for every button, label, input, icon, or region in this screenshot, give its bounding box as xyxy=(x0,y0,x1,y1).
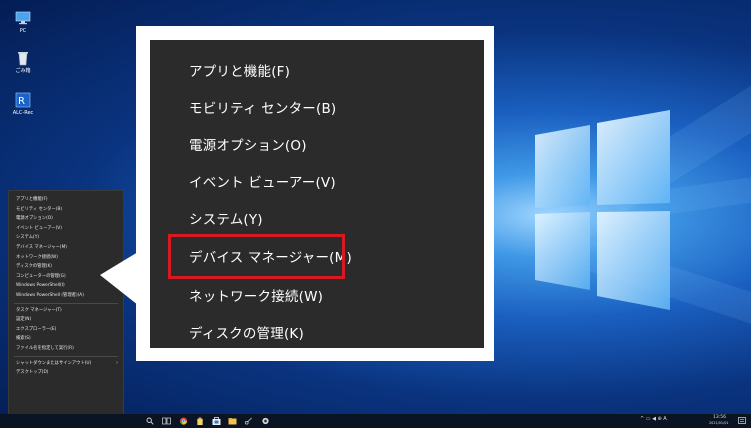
desktop-icon-label: ごみ箱 xyxy=(15,68,31,74)
winx-item-shutdown[interactable]: シャットダウンまたはサインアウト(U) › xyxy=(9,359,123,369)
menu-separator xyxy=(14,355,118,357)
desktop-icon-label: ALC-Rec xyxy=(12,110,34,116)
notification-icon[interactable] xyxy=(738,417,746,425)
recycle-bin-icon xyxy=(15,50,31,66)
device-manager-highlight-box xyxy=(168,234,345,279)
winx-item-search[interactable]: 検索(S) xyxy=(9,334,123,344)
chevron-right-icon: › xyxy=(116,359,118,366)
winx-item-desktop[interactable]: デスクトップ(D) xyxy=(9,368,123,378)
desktop-icon-pc[interactable]: PC xyxy=(6,10,40,34)
winx-context-menu: アプリと機能(F) モビリティ センター(B) 電源オプション(O) イベント … xyxy=(8,190,124,415)
clock-time[interactable]: 13:56 xyxy=(713,415,726,420)
zoom-item-network-connections[interactable]: ネットワーク接続(W) xyxy=(189,285,323,305)
zoom-item-power-options[interactable]: 電源オプション(O) xyxy=(189,134,307,154)
winx-item-powershell[interactable]: Windows PowerShell(I) xyxy=(9,281,123,291)
store-icon[interactable] xyxy=(212,417,221,425)
winx-item-explorer[interactable]: エクスプローラー(E) xyxy=(9,325,123,335)
winx-item-computer-management[interactable]: コンピューターの管理(G) xyxy=(9,272,123,282)
snipping-tool-icon[interactable] xyxy=(244,417,253,425)
camera-icon[interactable] xyxy=(261,417,270,425)
desktop-icon-alc-rec[interactable]: R ALC-Rec xyxy=(6,92,40,116)
clock-date[interactable]: 2021/01/01 xyxy=(709,421,729,425)
winx-item-powershell-admin[interactable]: Windows PowerShell (管理者)(A) xyxy=(9,291,123,301)
winx-item-run[interactable]: ファイル名を指定して実行(R) xyxy=(9,344,123,354)
task-view-icon[interactable] xyxy=(162,417,171,425)
desktop-icon-label: PC xyxy=(19,28,27,34)
system-tray-icons[interactable]: ^ ▭ ◀ ⊕ A xyxy=(640,416,667,422)
folder-icon[interactable] xyxy=(228,417,237,425)
winx-item-shutdown-label: シャットダウンまたはサインアウト(U) xyxy=(16,360,92,366)
winx-item-disk-management[interactable]: ディスクの管理(K) xyxy=(9,262,123,272)
zoom-item-apps-features[interactable]: アプリと機能(F) xyxy=(189,60,290,80)
zoom-item-system[interactable]: システム(Y) xyxy=(189,208,263,228)
zoom-item-disk-management[interactable]: ディスクの管理(K) xyxy=(189,322,304,342)
menu-separator xyxy=(14,302,118,304)
winx-item-device-manager[interactable]: デバイス マネージャー(M) xyxy=(9,243,123,253)
app-icon[interactable] xyxy=(196,417,204,425)
zoom-item-mobility-center[interactable]: モビリティ センター(B) xyxy=(189,97,336,117)
winx-item-system[interactable]: システム(Y) xyxy=(9,233,123,243)
pc-icon xyxy=(15,10,31,26)
svg-text:R: R xyxy=(18,96,25,107)
winx-item-event-viewer[interactable]: イベント ビューアー(V) xyxy=(9,224,123,234)
search-icon[interactable] xyxy=(146,417,154,425)
winx-item-settings[interactable]: 設定(N) xyxy=(9,315,123,325)
zoomed-menu: アプリと機能(F) モビリティ センター(B) 電源オプション(O) イベント … xyxy=(150,40,484,348)
winx-item-power-options[interactable]: 電源オプション(O) xyxy=(9,214,123,224)
desktop-icon-recycle-bin[interactable]: ごみ箱 xyxy=(6,50,40,74)
windows-logo xyxy=(505,110,680,310)
winx-item-network-connections[interactable]: ネットワーク接続(W) xyxy=(9,253,123,263)
alc-rec-icon: R xyxy=(15,92,31,108)
winx-item-task-manager[interactable]: タスク マネージャー(T) xyxy=(9,306,123,316)
winx-item-mobility-center[interactable]: モビリティ センター(B) xyxy=(9,205,123,215)
zoom-item-event-viewer[interactable]: イベント ビューアー(V) xyxy=(189,171,336,191)
taskbar: ^ ▭ ◀ ⊕ A 13:56 2021/01/01 xyxy=(0,414,751,428)
winx-item-apps-features[interactable]: アプリと機能(F) xyxy=(9,195,123,205)
chrome-icon[interactable] xyxy=(179,417,188,425)
